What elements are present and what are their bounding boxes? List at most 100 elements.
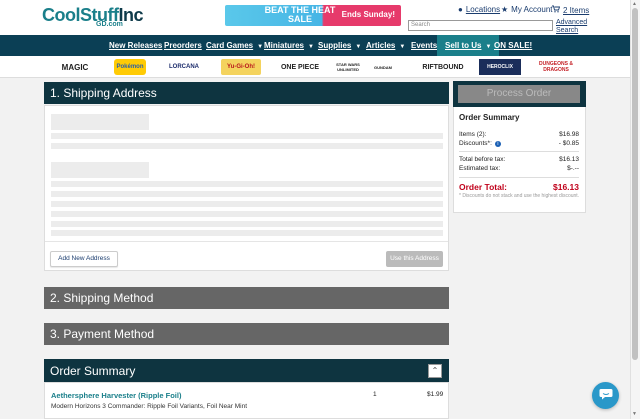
skeleton-line xyxy=(51,143,443,149)
summary-divider xyxy=(459,177,579,178)
my-account-link[interactable]: ★ My Account xyxy=(501,5,553,14)
brand-yugioh[interactable]: Yu-Gi-Oh! xyxy=(221,59,261,75)
item-quantity: 1 xyxy=(373,391,377,398)
logo-subtext: GD.com xyxy=(96,21,123,28)
chevron-down-icon: ▼ xyxy=(355,44,362,50)
use-this-address-button[interactable]: Use this Address xyxy=(386,251,443,267)
nav-events[interactable]: Events xyxy=(411,35,437,56)
brand-riftbound[interactable]: RIFTBOUND xyxy=(421,59,465,75)
main-nav: New Releases Preorders Card Games ▼ Minia… xyxy=(0,35,630,56)
shipping-address-body xyxy=(44,105,449,271)
promo-banner[interactable]: BEAT THE HEAT SALE Ends Sunday! xyxy=(225,5,401,26)
skeleton-line xyxy=(51,221,443,227)
order-total-value: $16.13 xyxy=(553,182,579,192)
payment-method-header[interactable]: 3. Payment Method xyxy=(44,323,449,345)
skeleton-line xyxy=(51,133,443,139)
brand-lorcana[interactable]: LORCANA xyxy=(166,59,202,75)
chat-icon xyxy=(599,387,613,405)
shipping-address-header[interactable]: 1. Shipping Address xyxy=(44,82,449,104)
chevron-down-icon: ▼ xyxy=(399,44,406,50)
skeleton-block xyxy=(51,114,149,130)
summary-before-tax-row: Total before tax: $16.13 xyxy=(459,156,579,163)
nav-label: Events xyxy=(411,41,438,50)
banner-ends: Ends Sunday! xyxy=(341,10,395,19)
nav-on-sale[interactable]: ON SALE! xyxy=(494,35,532,56)
discounts-label: Discounts*: xyxy=(459,140,492,147)
discounts-value: - $0.85 xyxy=(558,140,579,147)
chevron-down-icon: ▼ xyxy=(308,44,314,50)
scroll-up-arrow-icon[interactable]: ▲ xyxy=(632,1,637,7)
summary-divider xyxy=(459,151,579,152)
tax-value: $-.-- xyxy=(567,165,579,172)
skeleton-line xyxy=(51,191,443,197)
brand-one-piece[interactable]: ONE PIECE xyxy=(277,59,323,75)
chat-button[interactable] xyxy=(592,382,619,409)
site-header: CoolStuffInc GD.com BEAT THE HEAT SALE E… xyxy=(0,0,630,35)
banner-title: BEAT THE HEAT SALE xyxy=(264,5,336,24)
process-order-button[interactable]: Process Order xyxy=(458,85,580,103)
chevron-down-icon: ▼ xyxy=(485,44,492,50)
skeleton-block xyxy=(51,162,149,178)
order-total-row: Order Total: $16.13 xyxy=(459,182,579,192)
brand-heroclix[interactable]: HEROCLIX xyxy=(479,59,521,75)
brand-star-wars[interactable]: STAR WARS UNLIMITED xyxy=(335,59,361,75)
discount-note: * Discounts do not stack and use the hig… xyxy=(459,193,580,199)
before-tax-label: Total before tax: xyxy=(459,156,506,163)
before-tax-value: $16.13 xyxy=(559,156,579,163)
summary-title: Order Summary xyxy=(459,113,520,122)
search-input[interactable]: Search xyxy=(408,20,553,31)
info-icon[interactable]: i xyxy=(494,141,501,147)
nav-articles[interactable]: Articles ▼ xyxy=(366,35,405,56)
nav-label: Sell to Us xyxy=(445,41,482,50)
collapse-button[interactable]: ⌃ xyxy=(428,364,442,378)
nav-preorders[interactable]: Preorders xyxy=(164,35,202,56)
scrollbar-thumb[interactable] xyxy=(632,8,638,360)
summary-discounts-row: Discounts*: i - $0.85 xyxy=(459,140,579,147)
advanced-search-link[interactable]: Advanced Search xyxy=(556,19,590,35)
item-price: $1.99 xyxy=(427,391,444,398)
chevron-down-icon: ▼ xyxy=(257,44,264,50)
add-new-address-button[interactable]: Add New Address xyxy=(50,251,118,267)
divider xyxy=(45,241,448,242)
cart-count: 2 Items xyxy=(563,5,590,15)
item-name-link[interactable]: Aethersphere Harvester (Ripple Foil) xyxy=(51,391,181,400)
my-account-label: My Account xyxy=(511,5,553,14)
nav-label: Supplies xyxy=(318,41,352,50)
brand-dnd[interactable]: DUNGEONS & DRAGONS xyxy=(534,59,578,75)
cart-link[interactable]: 2 Items xyxy=(552,5,589,15)
star-icon: ★ xyxy=(501,5,509,14)
brand-strip: MAGIC Pokémon LORCANA Yu-Gi-Oh! ONE PIEC… xyxy=(0,56,630,78)
skeleton-line xyxy=(51,181,443,187)
scroll-down-arrow-icon[interactable]: ▼ xyxy=(632,411,637,417)
nav-supplies[interactable]: Supplies ▼ xyxy=(318,35,361,56)
order-total-label: Order Total: xyxy=(459,182,508,192)
site-logo[interactable]: CoolStuffInc GD.com xyxy=(42,6,143,30)
nav-label: Preorders xyxy=(164,41,202,50)
nav-label: Miniatures xyxy=(264,41,305,50)
nav-new-releases[interactable]: New Releases xyxy=(109,35,162,56)
cart-icon xyxy=(552,5,561,15)
summary-tax-row: Estimated tax: $-.-- xyxy=(459,165,579,172)
tax-label: Estimated tax: xyxy=(459,165,501,172)
locations-label: Locations xyxy=(465,5,501,14)
skeleton-line xyxy=(51,211,443,217)
order-item-row: Aethersphere Harvester (Ripple Foil) Mod… xyxy=(44,382,449,419)
locations-link[interactable]: ● Locations xyxy=(458,5,500,14)
items-value: $16.98 xyxy=(559,131,579,138)
brand-magic[interactable]: MAGIC xyxy=(50,59,100,75)
skeleton-line xyxy=(51,201,443,207)
brand-pokemon[interactable]: Pokémon xyxy=(114,59,146,75)
item-set: Modern Horizons 3 Commander: Ripple Foil… xyxy=(51,403,248,410)
map-pin-icon: ● xyxy=(458,5,463,14)
summary-items-row: Items (2): $16.98 xyxy=(459,131,579,138)
brand-gundam[interactable]: GUNDAM xyxy=(373,59,393,75)
nav-sell-to-us[interactable]: Sell to Us ▼ xyxy=(437,35,500,56)
shipping-method-header[interactable]: 2. Shipping Method xyxy=(44,287,449,309)
nav-label: New Releases xyxy=(109,41,163,50)
nav-miniatures[interactable]: Miniatures ▼ xyxy=(264,35,314,56)
order-summary-header: Order Summary xyxy=(44,359,449,383)
items-label: Items (2): xyxy=(459,131,487,138)
nav-card-games[interactable]: Card Games ▼ xyxy=(206,35,263,56)
nav-label: Articles xyxy=(366,41,396,50)
nav-label: ON SALE! xyxy=(494,41,533,50)
